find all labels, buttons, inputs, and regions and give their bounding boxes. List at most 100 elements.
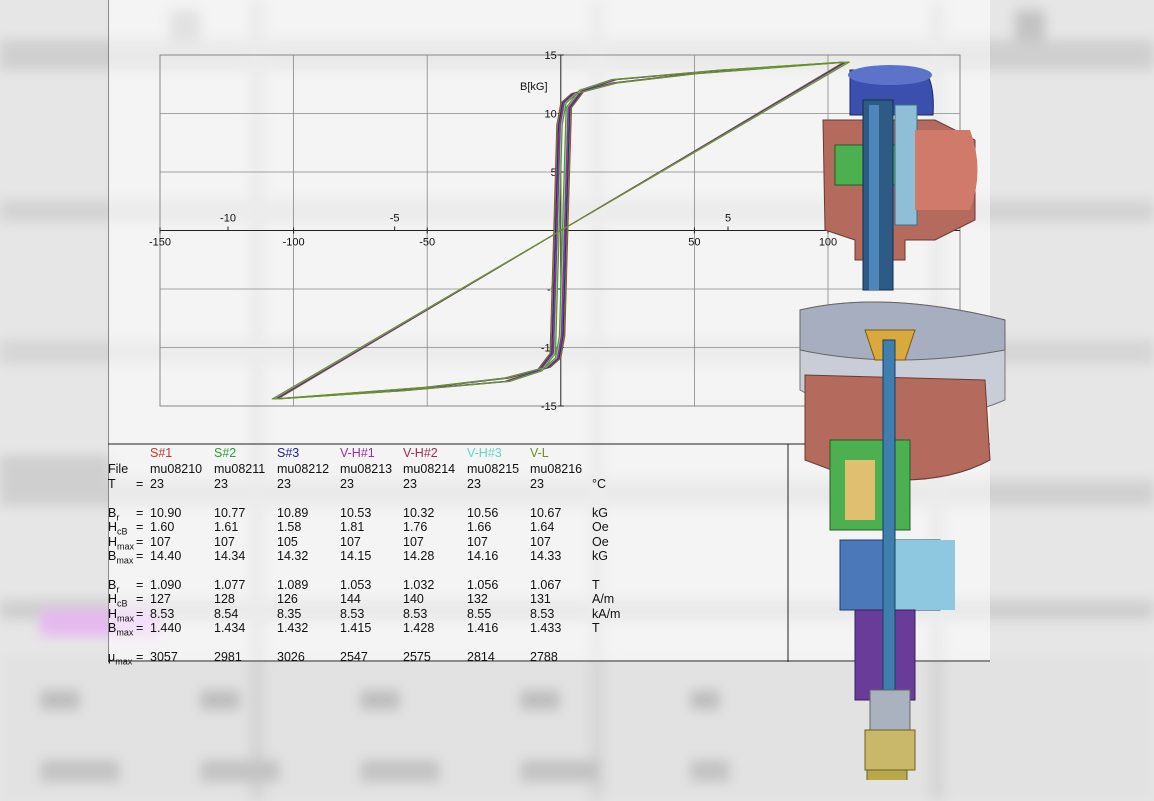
row-unit: kG	[592, 549, 608, 563]
table-cell: 10.32	[403, 506, 435, 520]
table-cell: mu08212	[277, 462, 330, 476]
table-cell: 10.56	[467, 506, 499, 520]
y-tick-label: 10	[545, 109, 557, 121]
x2-tick-label: -10	[220, 213, 236, 225]
x-tick-label: -150	[149, 237, 171, 249]
row-label: Bmax	[108, 621, 134, 638]
table-cell: mu08214	[403, 462, 456, 476]
row-unit: kG	[592, 506, 608, 520]
table-cell: 2547	[340, 650, 368, 664]
table-cell: 23	[214, 477, 228, 491]
table-cell: 2788	[530, 650, 558, 664]
table-cell: 1.76	[403, 520, 428, 534]
table-cell: mu08213	[340, 462, 393, 476]
row-label: T	[108, 477, 116, 491]
y-tick-label: 15	[545, 50, 557, 62]
lower-assembly	[799, 301, 1006, 780]
table-cell: mu08211	[214, 462, 266, 476]
table-cell: mu08210	[150, 462, 203, 476]
table-cell: 14.16	[467, 549, 499, 563]
row-equals: =	[136, 520, 144, 534]
table-cell: 140	[403, 592, 424, 606]
row-equals: =	[136, 477, 144, 491]
column-header: V-H#2	[403, 446, 438, 460]
row-label: μmax	[108, 650, 133, 667]
row-unit: Oe	[592, 535, 609, 549]
table-cell: 107	[340, 535, 361, 549]
column-header: V-H#3	[467, 446, 502, 460]
row-unit: T	[592, 621, 600, 635]
table-cell: 14.33	[530, 549, 562, 563]
table-cell: 2575	[403, 650, 431, 664]
column-header: V-L	[530, 446, 549, 460]
row-equals: =	[136, 549, 144, 563]
table-cell: 1.432	[277, 621, 309, 635]
column-header: S#3	[277, 446, 300, 460]
table-cell: 131	[530, 592, 551, 606]
row-unit: kA/m	[592, 607, 621, 621]
row-equals: =	[136, 650, 144, 664]
row-label-subscript: max	[116, 555, 134, 566]
table-cell: 23	[150, 477, 164, 491]
table-cell: 1.032	[403, 578, 435, 592]
table-cell: 1.66	[467, 520, 492, 534]
row-unit: A/m	[592, 592, 615, 606]
table-cell: 23	[403, 477, 417, 491]
table-cell: 1.440	[150, 621, 182, 635]
table-cell: 1.434	[214, 621, 246, 635]
cad-model-illustration	[799, 65, 1006, 780]
table-cell: 144	[340, 592, 361, 606]
table-cell: 1.64	[530, 520, 555, 534]
table-cell: 1.053	[340, 578, 372, 592]
table-cell: 105	[277, 535, 298, 549]
table-cell: 23	[467, 477, 481, 491]
table-cell: 10.90	[150, 506, 182, 520]
table-cell: 8.53	[530, 607, 555, 621]
table-cell: mu08216	[530, 462, 583, 476]
row-equals: =	[136, 607, 144, 621]
table-cell: 107	[467, 535, 488, 549]
table-cell: 14.28	[403, 549, 435, 563]
upper-assembly	[822, 65, 978, 291]
table-cell: 1.089	[277, 578, 309, 592]
table-cell: 1.428	[403, 621, 435, 635]
table-cell: 1.077	[214, 578, 246, 592]
table-cell: 2814	[467, 650, 495, 664]
x-tick-label: -100	[283, 237, 305, 249]
y-tick-label: -15	[541, 401, 557, 413]
table-cell: 10.89	[277, 506, 309, 520]
table-cell: 8.53	[403, 607, 428, 621]
table-cell: 107	[150, 535, 171, 549]
table-cell: 23	[530, 477, 544, 491]
table-cell: 14.40	[150, 549, 182, 563]
y-axis-label: B[kG]	[520, 81, 548, 93]
table-cell: 14.32	[277, 549, 309, 563]
x-tick-label: 50	[688, 237, 700, 249]
table-cell: 23	[277, 477, 291, 491]
table-cell: 128	[214, 592, 235, 606]
table-cell: 10.67	[530, 506, 562, 520]
table-cell: 10.53	[340, 506, 372, 520]
table-cell: 1.067	[530, 578, 562, 592]
table-cell: 23	[340, 477, 354, 491]
table-cell: 3057	[150, 650, 178, 664]
column-header: V-H#1	[340, 446, 375, 460]
row-label-subscript: max	[116, 627, 134, 638]
table-cell: 107	[214, 535, 235, 549]
table-cell: 1.58	[277, 520, 302, 534]
x2-tick-label: -5	[390, 213, 400, 225]
table-cell: 132	[467, 592, 488, 606]
x-tick-label: -50	[419, 237, 435, 249]
table-cell: 8.35	[277, 607, 302, 621]
table-cell: 1.60	[150, 520, 175, 534]
table-cell: 8.55	[467, 607, 492, 621]
row-unit: Oe	[592, 520, 609, 534]
table-cell: 3026	[277, 650, 305, 664]
row-label: File	[108, 462, 129, 476]
row-unit: T	[592, 578, 600, 592]
table-cell: 107	[403, 535, 424, 549]
row-label: Bmax	[108, 549, 134, 566]
row-equals: =	[136, 592, 144, 606]
table-cell: 1.81	[340, 520, 365, 534]
row-equals: =	[136, 535, 144, 549]
